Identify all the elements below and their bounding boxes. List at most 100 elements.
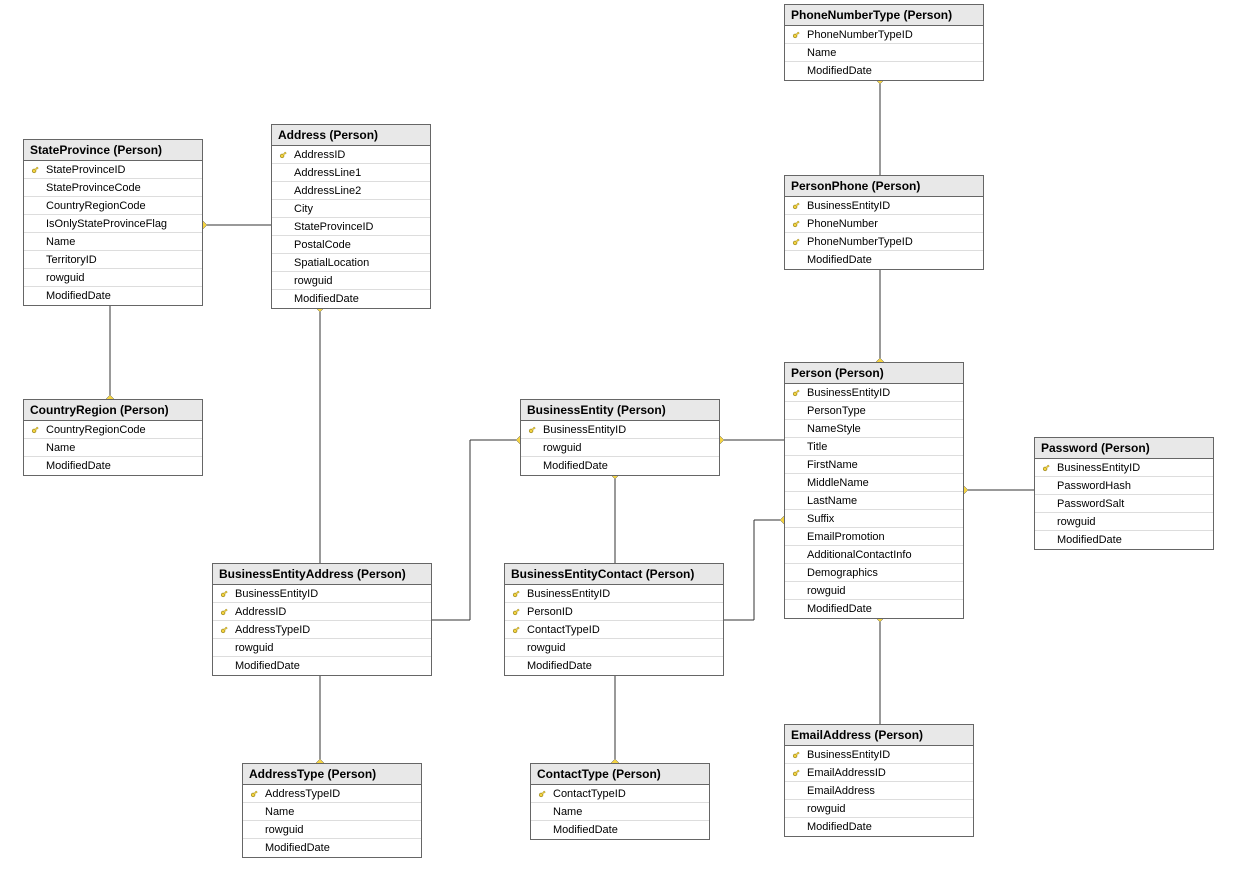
column-row[interactable]: StateProvinceCode <box>24 179 202 197</box>
column-row[interactable]: Name <box>531 803 709 821</box>
column-row[interactable]: ModifiedDate <box>531 821 709 839</box>
entity-title[interactable]: Address (Person) <box>272 125 430 146</box>
entity-title[interactable]: AddressType (Person) <box>243 764 421 785</box>
column-row[interactable]: TerritoryID <box>24 251 202 269</box>
primary-key-icon <box>1039 463 1053 473</box>
entity-title[interactable]: Password (Person) <box>1035 438 1213 459</box>
entity-title[interactable]: PhoneNumberType (Person) <box>785 5 983 26</box>
column-row[interactable]: rowguid <box>213 639 431 657</box>
entity-businessentity[interactable]: BusinessEntity (Person)BusinessEntityIDr… <box>520 399 720 476</box>
column-row[interactable]: PhoneNumberTypeID <box>785 233 983 251</box>
column-row[interactable]: ModifiedDate <box>24 457 202 475</box>
column-row[interactable]: Suffix <box>785 510 963 528</box>
entity-title[interactable]: EmailAddress (Person) <box>785 725 973 746</box>
column-row[interactable]: FirstName <box>785 456 963 474</box>
column-row[interactable]: BusinessEntityID <box>785 746 973 764</box>
column-row[interactable]: PersonID <box>505 603 723 621</box>
column-row[interactable]: Name <box>243 803 421 821</box>
column-row[interactable]: Name <box>24 439 202 457</box>
column-row[interactable]: AddressTypeID <box>243 785 421 803</box>
column-row[interactable]: rowguid <box>272 272 430 290</box>
entity-businessentityaddress[interactable]: BusinessEntityAddress (Person)BusinessEn… <box>212 563 432 676</box>
column-row[interactable]: rowguid <box>243 821 421 839</box>
column-row[interactable]: ModifiedDate <box>213 657 431 675</box>
column-row[interactable]: Title <box>785 438 963 456</box>
column-row[interactable]: ModifiedDate <box>505 657 723 675</box>
primary-key-icon <box>789 30 803 40</box>
column-row[interactable]: ModifiedDate <box>521 457 719 475</box>
column-row[interactable]: rowguid <box>24 269 202 287</box>
entity-phonenumbertype[interactable]: PhoneNumberType (Person)PhoneNumberTypeI… <box>784 4 984 81</box>
column-row[interactable]: Name <box>785 44 983 62</box>
column-row[interactable]: rowguid <box>521 439 719 457</box>
column-row[interactable]: ModifiedDate <box>785 251 983 269</box>
column-row[interactable]: ModifiedDate <box>1035 531 1213 549</box>
entity-title[interactable]: BusinessEntityContact (Person) <box>505 564 723 585</box>
entity-address[interactable]: Address (Person)AddressIDAddressLine1Add… <box>271 124 431 309</box>
entity-title[interactable]: StateProvince (Person) <box>24 140 202 161</box>
column-row[interactable]: BusinessEntityID <box>213 585 431 603</box>
column-row[interactable]: ModifiedDate <box>24 287 202 305</box>
entity-person[interactable]: Person (Person)BusinessEntityIDPersonTyp… <box>784 362 964 619</box>
column-row[interactable]: rowguid <box>505 639 723 657</box>
column-row[interactable]: rowguid <box>785 582 963 600</box>
column-row[interactable]: NameStyle <box>785 420 963 438</box>
column-row[interactable]: StateProvinceID <box>272 218 430 236</box>
entity-title[interactable]: ContactType (Person) <box>531 764 709 785</box>
column-name: Title <box>803 441 827 453</box>
column-row[interactable]: ModifiedDate <box>272 290 430 308</box>
column-row[interactable]: AddressLine2 <box>272 182 430 200</box>
column-row[interactable]: BusinessEntityID <box>505 585 723 603</box>
column-row[interactable]: LastName <box>785 492 963 510</box>
column-row[interactable]: rowguid <box>785 800 973 818</box>
column-row[interactable]: StateProvinceID <box>24 161 202 179</box>
primary-key-icon <box>247 789 261 799</box>
column-row[interactable]: City <box>272 200 430 218</box>
column-row[interactable]: PhoneNumber <box>785 215 983 233</box>
column-row[interactable]: PersonType <box>785 402 963 420</box>
entity-personphone[interactable]: PersonPhone (Person)BusinessEntityIDPhon… <box>784 175 984 270</box>
column-row[interactable]: BusinessEntityID <box>785 197 983 215</box>
column-row[interactable]: AddressTypeID <box>213 621 431 639</box>
column-row[interactable]: PasswordSalt <box>1035 495 1213 513</box>
column-row[interactable]: PostalCode <box>272 236 430 254</box>
column-row[interactable]: AddressID <box>272 146 430 164</box>
column-row[interactable]: BusinessEntityID <box>1035 459 1213 477</box>
entity-title[interactable]: BusinessEntityAddress (Person) <box>213 564 431 585</box>
column-row[interactable]: ModifiedDate <box>243 839 421 857</box>
column-row[interactable]: PhoneNumberTypeID <box>785 26 983 44</box>
entity-addresstype[interactable]: AddressType (Person)AddressTypeIDNamerow… <box>242 763 422 858</box>
column-row[interactable]: ModifiedDate <box>785 62 983 80</box>
column-row[interactable]: IsOnlyStateProvinceFlag <box>24 215 202 233</box>
entity-stateprovince[interactable]: StateProvince (Person)StateProvinceIDSta… <box>23 139 203 306</box>
column-row[interactable]: BusinessEntityID <box>521 421 719 439</box>
column-row[interactable]: EmailAddress <box>785 782 973 800</box>
column-row[interactable]: CountryRegionCode <box>24 421 202 439</box>
entity-title[interactable]: CountryRegion (Person) <box>24 400 202 421</box>
entity-emailaddress[interactable]: EmailAddress (Person)BusinessEntityIDEma… <box>784 724 974 837</box>
entity-title[interactable]: PersonPhone (Person) <box>785 176 983 197</box>
column-row[interactable]: AddressLine1 <box>272 164 430 182</box>
column-row[interactable]: PasswordHash <box>1035 477 1213 495</box>
entity-password[interactable]: Password (Person)BusinessEntityIDPasswor… <box>1034 437 1214 550</box>
column-row[interactable]: AddressID <box>213 603 431 621</box>
entity-contacttype[interactable]: ContactType (Person)ContactTypeIDNameMod… <box>530 763 710 840</box>
column-row[interactable]: BusinessEntityID <box>785 384 963 402</box>
column-row[interactable]: CountryRegionCode <box>24 197 202 215</box>
column-row[interactable]: SpatialLocation <box>272 254 430 272</box>
entity-title[interactable]: Person (Person) <box>785 363 963 384</box>
column-row[interactable]: EmailPromotion <box>785 528 963 546</box>
entity-countryregion[interactable]: CountryRegion (Person)CountryRegionCodeN… <box>23 399 203 476</box>
entity-businessentitycontact[interactable]: BusinessEntityContact (Person)BusinessEn… <box>504 563 724 676</box>
column-row[interactable]: Demographics <box>785 564 963 582</box>
column-row[interactable]: AdditionalContactInfo <box>785 546 963 564</box>
column-row[interactable]: rowguid <box>1035 513 1213 531</box>
entity-title[interactable]: BusinessEntity (Person) <box>521 400 719 421</box>
column-row[interactable]: ContactTypeID <box>531 785 709 803</box>
column-row[interactable]: ContactTypeID <box>505 621 723 639</box>
column-row[interactable]: Name <box>24 233 202 251</box>
column-row[interactable]: MiddleName <box>785 474 963 492</box>
column-row[interactable]: EmailAddressID <box>785 764 973 782</box>
column-row[interactable]: ModifiedDate <box>785 600 963 618</box>
column-row[interactable]: ModifiedDate <box>785 818 973 836</box>
